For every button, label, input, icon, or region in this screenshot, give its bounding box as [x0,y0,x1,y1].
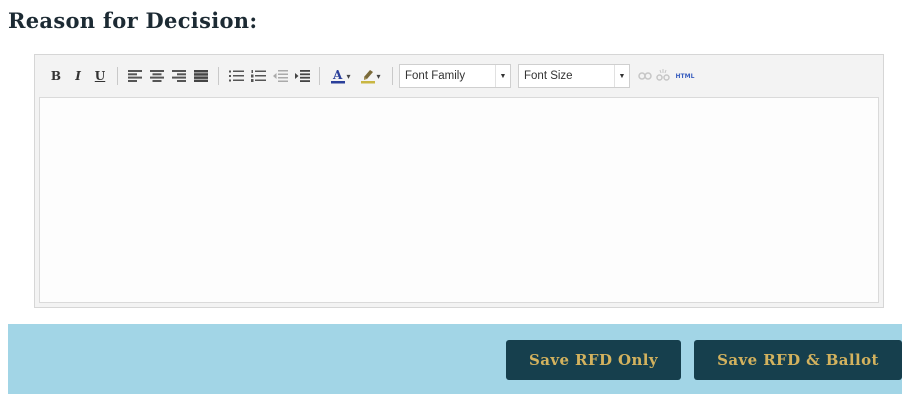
font-family-label: Font Family [405,70,466,82]
save-rfd-ballot-button[interactable]: Save RFD & Ballot [694,340,902,380]
html-source-button[interactable]: HTML [672,64,698,88]
font-size-select[interactable]: Font Size ▼ [518,64,630,88]
font-size-label: Font Size [524,70,573,82]
unlink-icon[interactable] [654,64,672,88]
text-color-icon[interactable]: A ▾ [326,64,356,88]
editor-toolbar: B I U A ▾ ▾ Font Family ▼ Font Size ▼ HT… [35,55,883,97]
font-family-select[interactable]: Font Family ▼ [399,64,511,88]
save-rfd-only-button[interactable]: Save RFD Only [506,340,681,380]
align-left-icon[interactable] [124,64,146,88]
chevron-down-icon: ▼ [614,65,629,87]
reason-textarea[interactable] [39,97,879,303]
chevron-down-icon: ▼ [495,65,510,87]
toolbar-divider [117,67,118,85]
action-bar: Save RFD Only Save RFD & Ballot [8,324,902,394]
bold-button[interactable]: B [45,64,67,88]
toolbar-divider [319,67,320,85]
italic-button[interactable]: I [67,64,89,88]
highlight-color-icon[interactable]: ▾ [356,64,386,88]
section-heading: Reason for Decision: [8,8,258,33]
rich-text-editor: B I U A ▾ ▾ Font Family ▼ Font Size ▼ HT… [34,54,884,308]
toolbar-divider [392,67,393,85]
align-justify-icon[interactable] [190,64,212,88]
bullet-list-icon[interactable] [225,64,247,88]
outdent-icon[interactable] [269,64,291,88]
chevron-down-icon: ▾ [346,71,351,81]
svg-text:A: A [332,68,343,82]
align-right-icon[interactable] [168,64,190,88]
align-center-icon[interactable] [146,64,168,88]
numbered-list-icon[interactable] [247,64,269,88]
chevron-down-icon: ▾ [376,71,381,81]
underline-button[interactable]: U [89,64,111,88]
link-icon[interactable] [636,64,654,88]
toolbar-divider [218,67,219,85]
indent-icon[interactable] [291,64,313,88]
